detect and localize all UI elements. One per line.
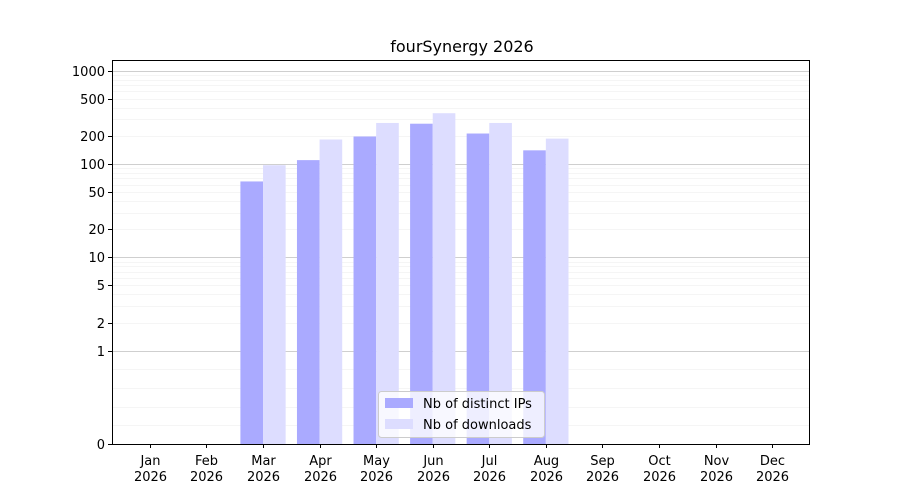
x-tick-label-month: Apr xyxy=(309,454,332,469)
y-tick-label: 2 xyxy=(97,317,105,332)
x-tick-label-month: Oct xyxy=(648,454,670,469)
bar-distinct-ips xyxy=(240,181,264,444)
bar-downloads xyxy=(263,165,286,445)
x-tick-label-year: 2026 xyxy=(134,470,167,485)
x-tick-label-year: 2026 xyxy=(586,470,619,485)
legend-swatch xyxy=(385,398,413,408)
plot-frame xyxy=(112,60,810,445)
x-tick-label-year: 2026 xyxy=(190,470,223,485)
bar-distinct-ips xyxy=(353,136,377,444)
x-tick-label-year: 2026 xyxy=(247,470,280,485)
y-tick-label: 50 xyxy=(88,186,105,201)
y-tick-label: 100 xyxy=(80,158,105,173)
bar-downloads xyxy=(545,138,569,444)
x-tick-label-month: Dec xyxy=(760,454,785,469)
y-tick-label: 200 xyxy=(80,130,105,145)
y-tick-label: 500 xyxy=(80,93,105,108)
x-tick-label-month: Aug xyxy=(534,454,559,469)
x-tick-label-year: 2026 xyxy=(473,470,506,485)
x-tick-label-month: Sep xyxy=(590,454,615,469)
bar-downloads xyxy=(319,139,343,444)
x-tick-label-year: 2026 xyxy=(700,470,733,485)
x-tick-label-year: 2026 xyxy=(304,470,337,485)
chart-title: fourSynergy 2026 xyxy=(390,37,533,56)
x-axis: Jan2026Feb2026Mar2026Apr2026May2026Jun20… xyxy=(134,444,789,485)
x-tick-label-month: Mar xyxy=(251,454,276,469)
x-tick-label-month: Feb xyxy=(195,454,218,469)
x-tick-label-month: Jun xyxy=(422,454,443,469)
y-tick-label: 5 xyxy=(97,279,105,294)
y-tick-label: 20 xyxy=(88,223,105,238)
x-tick-label-month: Jul xyxy=(481,454,498,469)
y-tick-label: 0 xyxy=(97,438,105,453)
y-tick-label: 1000 xyxy=(72,65,105,80)
legend-label: Nb of distinct IPs xyxy=(423,397,532,412)
x-tick-label-year: 2026 xyxy=(417,470,450,485)
x-tick-label-month: May xyxy=(363,454,390,469)
x-tick-label-year: 2026 xyxy=(530,470,563,485)
bar-distinct-ips xyxy=(296,160,320,445)
legend-swatch xyxy=(385,419,413,429)
x-tick-label-year: 2026 xyxy=(756,470,789,485)
x-tick-label-month: Nov xyxy=(704,454,730,469)
x-tick-label-year: 2026 xyxy=(643,470,676,485)
chart: fourSynergy 2026 0 1 2 5 10 20 50 100 200 500 1000… xyxy=(72,37,810,485)
grid-lines xyxy=(112,71,810,426)
y-axis: 0 1 2 5 10 20 50 100 200 500 1000 xyxy=(72,65,112,453)
legend: Nb of distinct IPs Nb of downloads xyxy=(378,391,545,438)
x-tick-label-year: 2026 xyxy=(360,470,393,485)
legend-label: Nb of downloads xyxy=(423,418,532,433)
x-tick-label-month: Jan xyxy=(139,454,160,469)
y-tick-label: 10 xyxy=(88,251,105,266)
y-tick-label: 1 xyxy=(97,345,105,360)
